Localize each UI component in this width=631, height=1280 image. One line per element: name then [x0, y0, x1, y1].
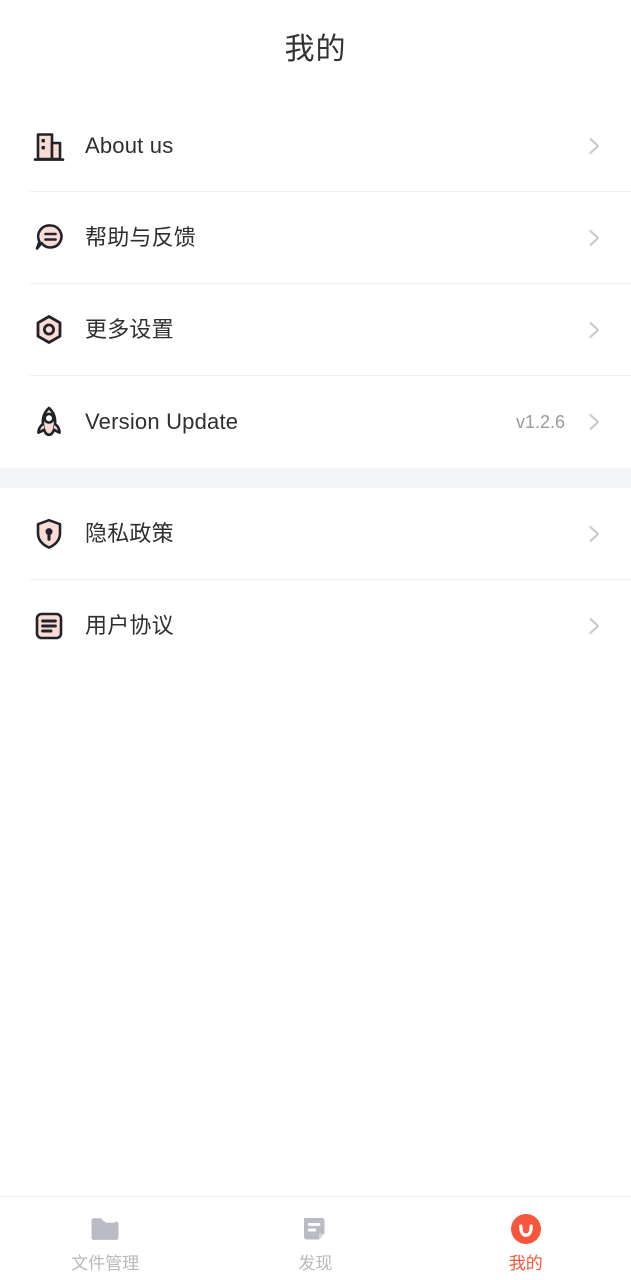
list-item-version-update[interactable]: Version Update v1.2.6	[0, 376, 631, 468]
bottom-tab-bar: 文件管理 发现 我的	[0, 1196, 631, 1280]
list-item-label: About us	[85, 133, 174, 158]
tab-file-manager[interactable]: 文件管理	[0, 1197, 210, 1280]
list-item-more-settings[interactable]: 更多设置	[0, 284, 631, 376]
list-item-about-us[interactable]: About us	[0, 100, 631, 192]
list-item-user-agreement[interactable]: 用户协议	[0, 580, 631, 672]
version-value: v1.2.6	[515, 412, 565, 432]
shield-lock-icon	[30, 515, 68, 553]
list-item-help-feedback[interactable]: 帮助与反馈	[0, 192, 631, 284]
tab-mine[interactable]: 我的	[421, 1197, 631, 1280]
building-icon	[30, 127, 68, 165]
tab-label: 文件管理	[71, 1253, 140, 1273]
settings-list: About us 帮助与反馈 更多设置 Version Update v1.2.…	[0, 100, 631, 1196]
list-item-label: 用户协议	[85, 613, 174, 638]
list-item-label: 隐私政策	[85, 521, 174, 546]
hex-gear-icon	[30, 311, 68, 349]
chevron-right-icon	[583, 411, 605, 433]
list-item-label: 更多设置	[85, 317, 174, 342]
list-item-privacy-policy[interactable]: 隐私政策	[0, 488, 631, 580]
tab-discover[interactable]: 发现	[210, 1197, 420, 1280]
folder-icon	[88, 1212, 122, 1246]
note-page-icon	[298, 1212, 332, 1246]
chevron-right-icon	[583, 523, 605, 545]
group-separator	[0, 468, 631, 488]
list-item-label: 帮助与反馈	[85, 225, 197, 250]
list-item-label: Version Update	[85, 409, 239, 434]
chevron-right-icon	[583, 135, 605, 157]
settings-group-main: About us 帮助与反馈 更多设置 Version Update v1.2.…	[0, 100, 631, 468]
chevron-right-icon	[583, 615, 605, 637]
document-lines-icon	[30, 607, 68, 645]
chevron-right-icon	[583, 227, 605, 249]
page-title: 我的	[284, 33, 347, 66]
smile-circle-icon	[509, 1212, 543, 1246]
chat-bubble-icon	[30, 219, 68, 257]
settings-group-legal: 隐私政策 用户协议	[0, 488, 631, 672]
chevron-right-icon	[583, 319, 605, 341]
tab-label: 发现	[298, 1253, 333, 1273]
rocket-icon	[30, 403, 68, 441]
tab-label: 我的	[508, 1253, 543, 1273]
app-screen: 我的 About us 帮助与反馈 更多设置 Version Update v1…	[0, 0, 631, 1280]
page-header: 我的	[0, 0, 631, 100]
